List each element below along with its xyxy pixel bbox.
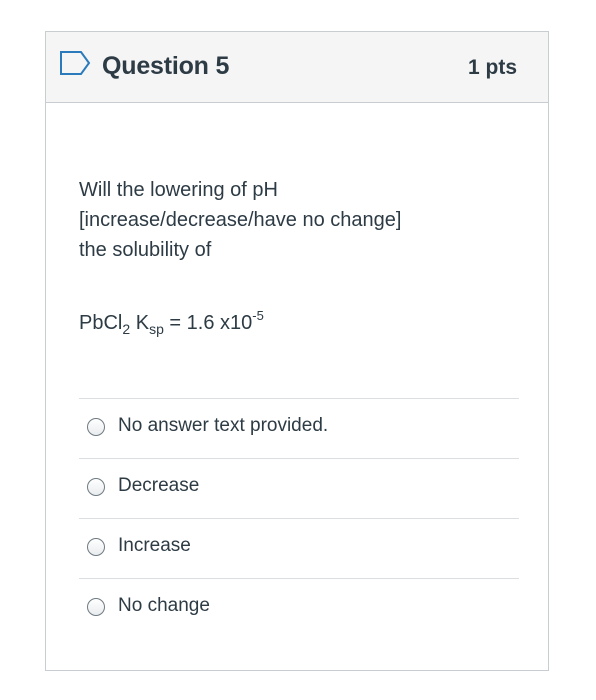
answer-label[interactable]: Increase xyxy=(118,535,191,557)
ksp-symbol: K xyxy=(130,312,150,334)
question-card: Question 5 1 pts Will the lowering of pH… xyxy=(45,31,549,671)
answer-option[interactable]: No change xyxy=(79,578,519,638)
question-text: Will the lowering of pH [increase/decrea… xyxy=(79,175,519,265)
ksp-subscript: sp xyxy=(149,321,164,337)
question-title: Question 5 xyxy=(102,52,230,80)
ksp-exponent: -5 xyxy=(252,308,264,323)
answer-option[interactable]: Increase xyxy=(79,518,519,578)
answer-list: No answer text provided. Decrease Increa… xyxy=(79,398,519,638)
question-text-line: the solubility of xyxy=(79,239,212,261)
radio-button[interactable] xyxy=(87,538,105,556)
answer-label[interactable]: No change xyxy=(118,595,210,617)
question-header: Question 5 1 pts xyxy=(46,32,548,103)
answer-option[interactable]: No answer text provided. xyxy=(79,398,519,458)
answer-label[interactable]: No answer text provided. xyxy=(118,415,328,437)
question-points: 1 pts xyxy=(467,56,517,79)
radio-button[interactable] xyxy=(87,598,105,616)
flag-question-icon[interactable] xyxy=(59,50,91,76)
compound-name: PbCl xyxy=(79,312,123,334)
compound-subscript: 2 xyxy=(122,321,131,337)
radio-button[interactable] xyxy=(87,478,105,496)
answer-option[interactable]: Decrease xyxy=(79,458,519,518)
solubility-formula: PbCl2 Ksp = 1.6 x10-5 xyxy=(79,308,264,338)
question-text-line: [increase/decrease/have no change] xyxy=(79,209,402,231)
radio-button[interactable] xyxy=(87,418,105,436)
answer-label[interactable]: Decrease xyxy=(118,475,199,497)
question-text-line: Will the lowering of pH xyxy=(79,179,278,201)
ksp-value: = 1.6 x10 xyxy=(163,312,253,334)
